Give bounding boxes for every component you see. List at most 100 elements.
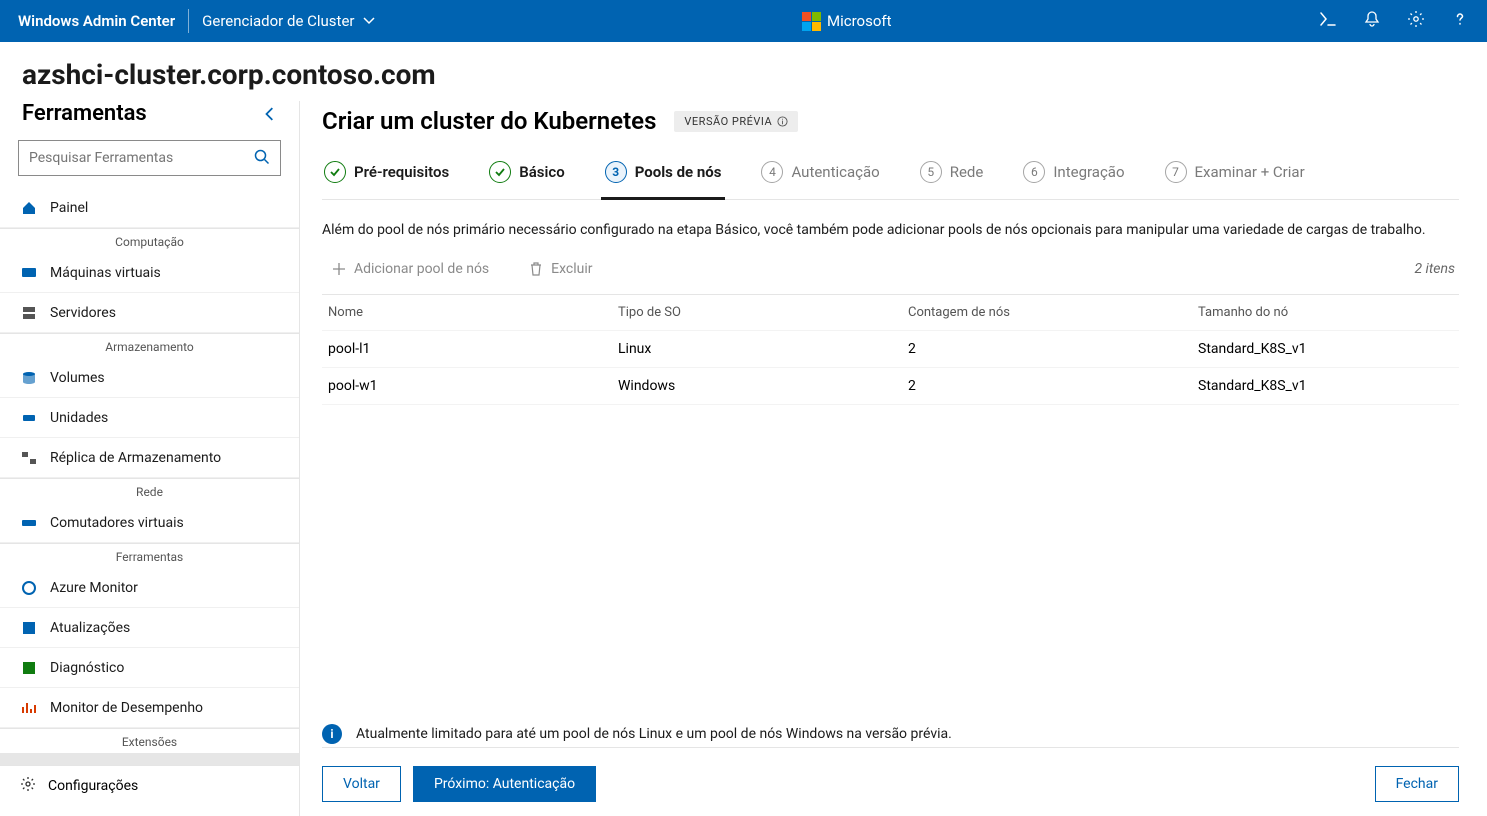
sidebar-group-ferramentas: Ferramentas bbox=[0, 543, 299, 568]
sidebar: Ferramentas Painel Computação Máquinas v… bbox=[0, 101, 300, 816]
pool-toolbar: Adicionar pool de nós Excluir 2 itens bbox=[322, 252, 1459, 286]
step-basic[interactable]: Básico bbox=[487, 161, 567, 199]
main-content: Criar um cluster do Kubernetes VERSÃO PR… bbox=[300, 101, 1487, 816]
next-button[interactable]: Próximo: Autenticação bbox=[413, 766, 596, 802]
cell-name: pool-l1 bbox=[328, 341, 618, 357]
step-integration[interactable]: 6 Integração bbox=[1021, 161, 1126, 199]
sidebar-item-maquinas[interactable]: Máquinas virtuais bbox=[0, 253, 299, 293]
step-label: Básico bbox=[519, 163, 565, 181]
cell-os: Linux bbox=[618, 341, 908, 357]
sidebar-item-label: Réplica de Armazenamento bbox=[50, 450, 221, 466]
step-label: Examinar + Criar bbox=[1195, 163, 1305, 181]
sidebar-item-label: Volumes bbox=[50, 370, 105, 386]
check-icon bbox=[324, 161, 346, 183]
cell-size: Standard_K8S_v1 bbox=[1198, 341, 1453, 357]
step-authentication[interactable]: 4 Autenticação bbox=[759, 161, 881, 199]
updates-icon bbox=[20, 620, 38, 636]
perfmon-icon bbox=[20, 700, 38, 716]
sidebar-item-azuremonitor[interactable]: Azure Monitor bbox=[0, 568, 299, 608]
page-title: Criar um cluster do Kubernetes bbox=[322, 107, 656, 135]
sidebar-item-servidores[interactable]: Servidores bbox=[0, 293, 299, 333]
back-button[interactable]: Voltar bbox=[322, 766, 401, 802]
drives-icon bbox=[20, 410, 38, 426]
notifications-icon[interactable] bbox=[1363, 10, 1381, 32]
plus-icon bbox=[332, 262, 346, 276]
volumes-icon bbox=[20, 370, 38, 386]
sidebar-item-atualizacoes[interactable]: Atualizações bbox=[0, 608, 299, 648]
sidebar-item-diagnostico[interactable]: Diagnóstico bbox=[0, 648, 299, 688]
close-button[interactable]: Fechar bbox=[1375, 766, 1459, 802]
delete-pool-button[interactable]: Excluir bbox=[523, 252, 598, 286]
sidebar-item-label: Diagnóstico bbox=[50, 660, 124, 676]
sidebar-item-label: Monitor de Desempenho bbox=[50, 700, 203, 716]
step-label: Pools de nós bbox=[635, 163, 722, 181]
table-header: Nome Tipo de SO Contagem de nós Tamanho … bbox=[322, 295, 1459, 331]
step-label: Pré-requisitos bbox=[354, 163, 449, 181]
table-row[interactable]: pool-w1 Windows 2 Standard_K8S_v1 bbox=[322, 368, 1459, 405]
table-row[interactable]: pool-l1 Linux 2 Standard_K8S_v1 bbox=[322, 331, 1459, 368]
sidebar-item-monitor[interactable]: Monitor de Desempenho bbox=[0, 688, 299, 728]
vm-icon bbox=[20, 265, 38, 281]
sidebar-item-label: Servidores bbox=[50, 305, 116, 321]
microsoft-logo: Microsoft bbox=[802, 12, 892, 31]
col-os: Tipo de SO bbox=[618, 305, 908, 320]
info-banner: i Atualmente limitado para até um pool d… bbox=[322, 724, 1459, 744]
brand-label[interactable]: Windows Admin Center bbox=[18, 12, 175, 30]
sidebar-item-comutadores[interactable]: Comutadores virtuais bbox=[0, 503, 299, 543]
add-pool-button[interactable]: Adicionar pool de nós bbox=[326, 252, 495, 286]
item-count: 2 itens bbox=[1414, 261, 1455, 277]
gear-icon bbox=[20, 776, 36, 796]
cell-count: 2 bbox=[908, 378, 1198, 394]
sidebar-item-volumes[interactable]: Volumes bbox=[0, 358, 299, 398]
sidebar-item-label: Comutadores virtuais bbox=[50, 515, 184, 531]
collapse-sidebar-icon[interactable] bbox=[263, 107, 277, 121]
preview-badge: VERSÃO PRÉVIA bbox=[674, 111, 798, 132]
cell-os: Windows bbox=[618, 378, 908, 394]
context-switcher[interactable]: Gerenciador de Cluster bbox=[202, 12, 374, 30]
pool-description: Além do pool de nós primário necessário … bbox=[322, 222, 1459, 238]
sidebar-item-label: Atualizações bbox=[50, 620, 130, 636]
sidebar-item-label: Painel bbox=[50, 200, 88, 216]
replica-icon bbox=[20, 450, 38, 466]
help-icon[interactable] bbox=[1451, 10, 1469, 32]
chevron-down-icon bbox=[363, 15, 375, 27]
step-prerequisites[interactable]: Pré-requisitos bbox=[322, 161, 451, 199]
cell-size: Standard_K8S_v1 bbox=[1198, 378, 1453, 394]
col-count: Contagem de nós bbox=[908, 305, 1198, 320]
search-input[interactable] bbox=[18, 140, 281, 176]
microsoft-logo-icon bbox=[802, 12, 821, 31]
step-label: Autenticação bbox=[791, 163, 879, 181]
wizard-steps: Pré-requisitos Básico 3 Pools de nós 4 A… bbox=[322, 161, 1459, 200]
step-number: 6 bbox=[1023, 161, 1045, 183]
add-pool-label: Adicionar pool de nós bbox=[354, 261, 489, 277]
sidebar-item-label: Máquinas virtuais bbox=[50, 265, 161, 281]
sidebar-item-label: Azure Monitor bbox=[50, 580, 138, 596]
step-network[interactable]: 5 Rede bbox=[918, 161, 986, 199]
cell-name: pool-w1 bbox=[328, 378, 618, 394]
sidebar-item-unidades[interactable]: Unidades bbox=[0, 398, 299, 438]
tools-heading: Ferramentas bbox=[22, 101, 147, 126]
sidebar-settings[interactable]: Configurações bbox=[0, 765, 299, 806]
sidebar-item-replica[interactable]: Réplica de Armazenamento bbox=[0, 438, 299, 478]
sidebar-group-armazenamento: Armazenamento bbox=[0, 333, 299, 358]
sidebar-group-rede: Rede bbox=[0, 478, 299, 503]
microsoft-logo-label: Microsoft bbox=[827, 12, 892, 30]
step-nodepools[interactable]: 3 Pools de nós bbox=[603, 161, 724, 199]
step-label: Rede bbox=[950, 163, 984, 181]
step-number: 4 bbox=[761, 161, 783, 183]
pool-table: Nome Tipo de SO Contagem de nós Tamanho … bbox=[322, 294, 1459, 405]
diagnostics-icon bbox=[20, 660, 38, 676]
search-icon[interactable] bbox=[253, 148, 271, 170]
server-icon bbox=[20, 305, 38, 321]
step-number: 5 bbox=[920, 161, 942, 183]
cluster-title: azshci-cluster.corp.contoso.com bbox=[0, 42, 1487, 101]
sidebar-item-aks[interactable]: Serviço de Kubernetes do Azure bbox=[0, 753, 299, 765]
sidebar-group-extensoes: Extensões bbox=[0, 728, 299, 753]
step-label: Integração bbox=[1053, 163, 1124, 181]
sidebar-item-painel[interactable]: Painel bbox=[0, 188, 299, 228]
step-review[interactable]: 7 Examinar + Criar bbox=[1163, 161, 1307, 199]
step-number: 3 bbox=[605, 161, 627, 183]
console-icon[interactable] bbox=[1319, 10, 1337, 32]
settings-icon[interactable] bbox=[1407, 10, 1425, 32]
preview-badge-label: VERSÃO PRÉVIA bbox=[684, 115, 772, 128]
